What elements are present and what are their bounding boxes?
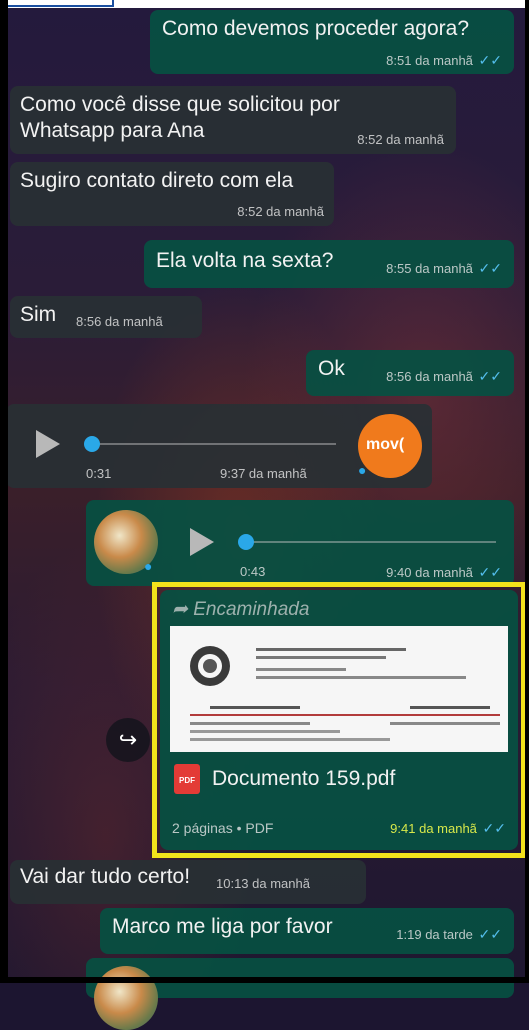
read-ticks-icon: ✓✓ bbox=[478, 260, 502, 276]
play-icon[interactable] bbox=[190, 528, 214, 556]
avatar-logo-text: mov( bbox=[366, 436, 405, 453]
message-text: Como devemos proceder agora? bbox=[162, 17, 470, 40]
message-time: 8:52 da manhã bbox=[237, 204, 324, 219]
message-time: 8:52 da manhã bbox=[357, 132, 444, 147]
message-time: 8:56 da manhã ✓✓ bbox=[386, 368, 502, 384]
read-ticks-icon: ✓✓ bbox=[478, 52, 502, 68]
message-time: 9:40 da manhã ✓✓ bbox=[386, 564, 502, 580]
sender-avatar[interactable]: mov( bbox=[358, 414, 422, 478]
audio-duration: 0:43 bbox=[240, 564, 266, 579]
top-badge bbox=[6, 0, 114, 7]
message-text: Marco me liga por favor bbox=[112, 915, 333, 938]
message-time: 8:55 da manhã ✓✓ bbox=[386, 260, 502, 276]
voice-message-outgoing[interactable]: ● 0:43 9:40 da manhã ✓✓ bbox=[86, 500, 514, 586]
message-time: 8:56 da manhã bbox=[76, 314, 163, 329]
audio-progress-track[interactable] bbox=[92, 443, 336, 445]
message-bubble-incoming[interactable]: Sim 8:56 da manhã bbox=[10, 296, 202, 338]
message-bubble-incoming[interactable]: Sugiro contato direto com ela 8:52 da ma… bbox=[10, 162, 334, 226]
mic-icon: ● bbox=[144, 558, 153, 574]
message-text-line1: Como você disse que solicitou por bbox=[20, 93, 340, 116]
read-ticks-icon: ✓✓ bbox=[478, 926, 502, 942]
play-icon[interactable] bbox=[36, 430, 60, 458]
forward-icon[interactable]: ↪ bbox=[106, 718, 150, 762]
mic-icon: ● bbox=[358, 462, 367, 478]
audio-progress-knob[interactable] bbox=[84, 436, 100, 452]
message-text-line2: Whatsapp para Ana bbox=[20, 119, 205, 142]
sender-avatar[interactable] bbox=[94, 966, 158, 1030]
message-time: 1:19 da tarde ✓✓ bbox=[396, 926, 502, 942]
message-time: 10:13 da manhã bbox=[216, 876, 310, 891]
audio-duration: 0:31 bbox=[86, 466, 112, 481]
highlight-box bbox=[152, 582, 526, 858]
message-bubble-outgoing[interactable]: Ok 8:56 da manhã ✓✓ bbox=[306, 350, 514, 396]
audio-progress-track[interactable] bbox=[246, 541, 496, 543]
message-text: Ela volta na sexta? bbox=[156, 249, 334, 272]
message-text: Ok bbox=[318, 357, 345, 380]
message-text: Sugiro contato direto com ela bbox=[20, 169, 294, 192]
audio-progress-knob[interactable] bbox=[238, 534, 254, 550]
message-text: Sim bbox=[20, 303, 57, 326]
bottom-frame bbox=[0, 977, 529, 983]
message-bubble-incoming[interactable]: Como você disse que solicitou por Whatsa… bbox=[10, 86, 456, 154]
message-bubble-incoming[interactable]: Vai dar tudo certo! 10:13 da manhã bbox=[10, 860, 366, 904]
message-text: Vai dar tudo certo! bbox=[20, 865, 191, 888]
left-frame bbox=[0, 0, 8, 983]
message-bubble-outgoing[interactable]: Ela volta na sexta? 8:55 da manhã ✓✓ bbox=[144, 240, 514, 288]
message-time: 9:37 da manhã bbox=[220, 466, 307, 481]
read-ticks-icon: ✓✓ bbox=[478, 368, 502, 384]
read-ticks-icon: ✓✓ bbox=[478, 564, 502, 580]
message-bubble-outgoing[interactable]: Marco me liga por favor 1:19 da tarde ✓✓ bbox=[100, 908, 514, 954]
message-bubble-outgoing[interactable]: Como devemos proceder agora? 8:51 da man… bbox=[150, 10, 514, 74]
voice-message-incoming[interactable]: 0:31 9:37 da manhã mov( ● bbox=[6, 404, 432, 488]
message-time: 8:51 da manhã ✓✓ bbox=[386, 52, 502, 68]
right-frame bbox=[525, 0, 529, 983]
